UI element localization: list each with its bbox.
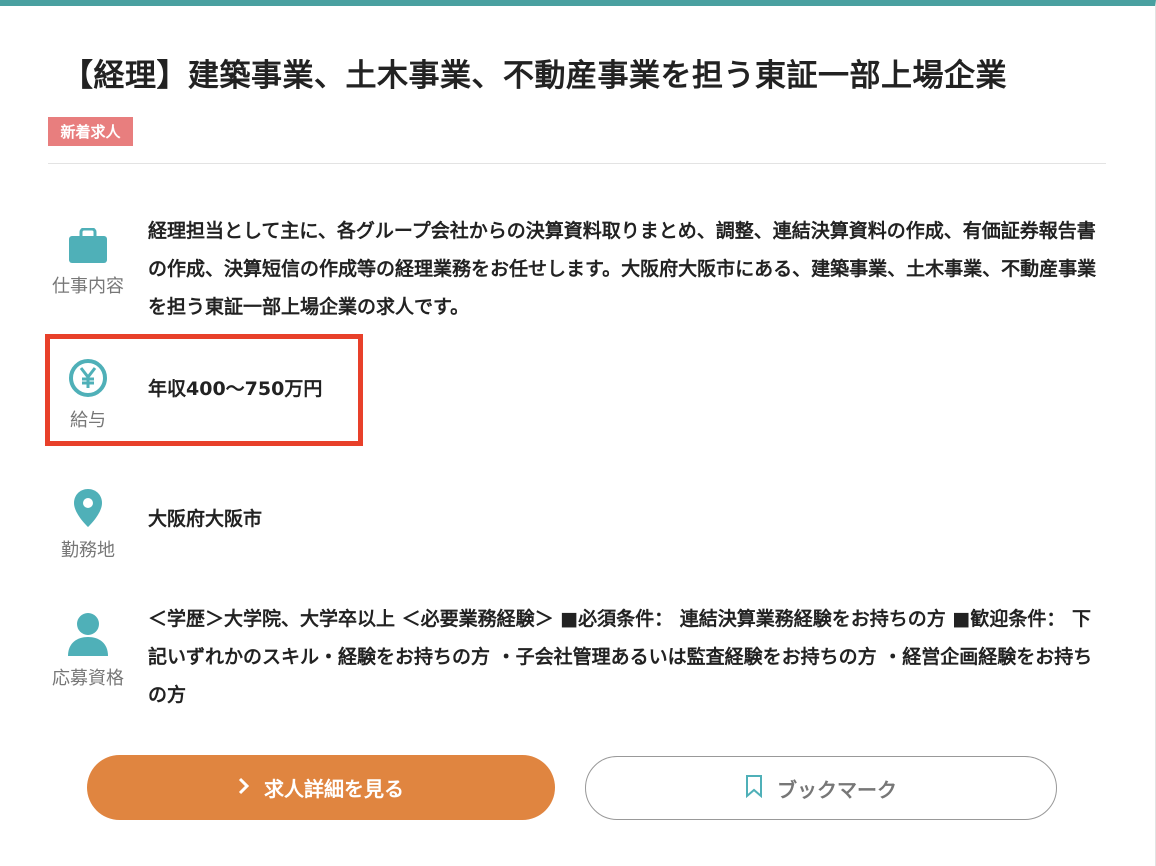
detail-icon-col: 応募資格 bbox=[48, 612, 128, 690]
location-pin-icon bbox=[73, 488, 103, 528]
location-text: 大阪府大阪市 bbox=[148, 508, 263, 530]
bookmark-icon bbox=[745, 774, 763, 803]
job-description-text: 経理担当として主に、各グループ会社からの決算資料取りまとめ、調整、連結決算資料の… bbox=[148, 220, 1097, 318]
briefcase-icon bbox=[68, 228, 108, 264]
job-title[interactable]: 【経理】建築事業、土木事業、不動産事業を担う東証一部上場企業 bbox=[62, 50, 1122, 95]
detail-label-location: 勤務地 bbox=[61, 540, 115, 561]
bookmark-button[interactable]: ブックマーク bbox=[585, 756, 1057, 820]
qualifications-text: ＜学歴＞大学院、大学卒以上 ＜必要業務経験＞ ■必須条件： 連結決算業務経験をお… bbox=[148, 608, 1093, 706]
bookmark-button-label: ブックマーク bbox=[777, 777, 897, 802]
detail-label-job-description: 仕事内容 bbox=[52, 276, 124, 297]
job-detail-button[interactable]: 求人詳細を見る bbox=[87, 755, 555, 820]
chevron-right-icon bbox=[238, 776, 250, 800]
person-icon bbox=[66, 612, 110, 656]
detail-icon-col: 仕事内容 bbox=[48, 228, 128, 298]
detail-label-qualifications: 応募資格 bbox=[52, 668, 124, 689]
job-detail-button-label: 求人詳細を見る bbox=[264, 777, 404, 801]
detail-icon-col: 勤務地 bbox=[48, 488, 128, 562]
salary-highlight-box bbox=[45, 334, 363, 446]
divider bbox=[48, 163, 1106, 164]
job-card: 【経理】建築事業、土木事業、不動産事業を担う東証一部上場企業 新着求人 仕事内容… bbox=[0, 0, 1156, 866]
new-job-badge: 新着求人 bbox=[48, 117, 133, 146]
